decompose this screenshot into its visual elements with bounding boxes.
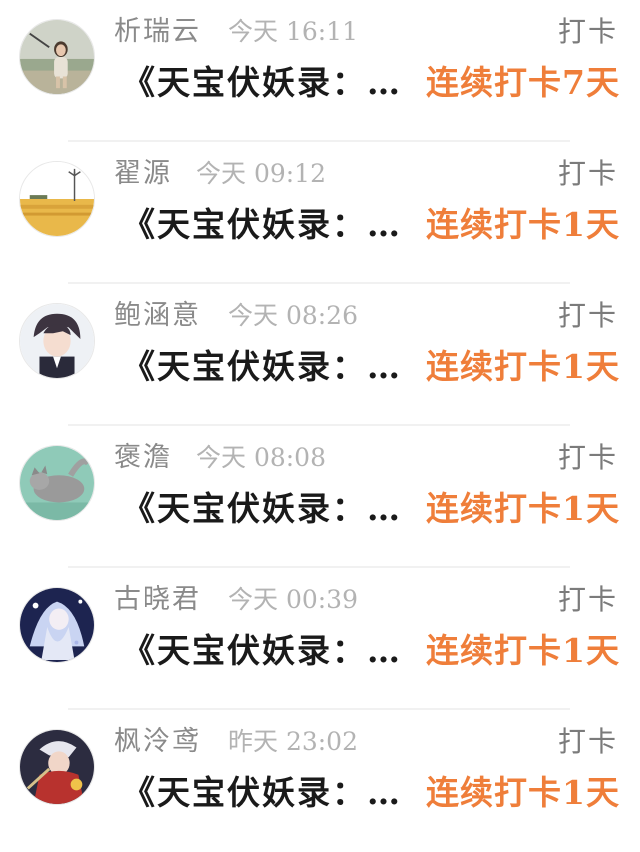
streak-label: 连续打卡1天	[426, 631, 620, 670]
checkin-time: 今天 09:12	[196, 159, 326, 188]
action-label: 打卡	[557, 15, 618, 48]
user-name[interactable]: 古晓君	[114, 580, 201, 620]
checkin-feed: 析瑞云 今天 16:11 打卡 《天宝伏妖录：… 连续打卡7天 翟源 今天 09…	[0, 0, 640, 825]
cat-avatar[interactable]	[19, 445, 95, 521]
anime-angel-avatar[interactable]	[19, 587, 95, 663]
action-label: 打卡	[557, 157, 618, 190]
book-title[interactable]: 《天宝伏妖录：…	[122, 344, 402, 390]
checkin-time: 昨天 23:02	[228, 727, 358, 756]
action-label: 打卡	[557, 725, 618, 758]
feed-item[interactable]: 枫泠鸢 昨天 23:02 打卡 《天宝伏妖录：… 连续打卡1天	[0, 710, 640, 852]
book-title[interactable]: 《天宝伏妖录：…	[122, 60, 402, 106]
user-name[interactable]: 析瑞云	[114, 12, 201, 52]
windmill-field-avatar[interactable]	[19, 161, 95, 237]
streak-label: 连续打卡7天	[426, 63, 620, 102]
user-name[interactable]: 鲍涵意	[114, 296, 201, 336]
checkin-time: 今天 08:08	[196, 443, 326, 472]
feed-item[interactable]: 古晓君 今天 00:39 打卡 《天宝伏妖录：… 连续打卡1天	[0, 568, 640, 710]
checkin-time: 今天 08:26	[228, 301, 358, 330]
streak-label: 连续打卡1天	[426, 205, 620, 244]
checkin-time: 今天 16:11	[228, 17, 358, 46]
book-title[interactable]: 《天宝伏妖录：…	[122, 202, 402, 248]
action-label: 打卡	[557, 583, 618, 616]
action-label: 打卡	[557, 441, 618, 474]
action-label: 打卡	[557, 299, 618, 332]
book-title[interactable]: 《天宝伏妖录：…	[122, 770, 402, 816]
feed-item[interactable]: 析瑞云 今天 16:11 打卡 《天宝伏妖录：… 连续打卡7天	[0, 0, 640, 142]
anime-boy-avatar[interactable]	[19, 303, 95, 379]
book-title[interactable]: 《天宝伏妖录：…	[122, 628, 402, 674]
streak-label: 连续打卡1天	[426, 347, 620, 386]
checkin-time: 今天 00:39	[228, 585, 358, 614]
user-name[interactable]: 褒澹	[114, 438, 172, 478]
feed-item[interactable]: 鲍涵意 今天 08:26 打卡 《天宝伏妖录：… 连续打卡1天	[0, 284, 640, 426]
feed-item[interactable]: 翟源 今天 09:12 打卡 《天宝伏妖录：… 连续打卡1天	[0, 142, 640, 284]
anime-warrior-avatar[interactable]	[19, 729, 95, 805]
girl-photo-avatar[interactable]	[19, 19, 95, 95]
feed-item[interactable]: 褒澹 今天 08:08 打卡 《天宝伏妖录：… 连续打卡1天	[0, 426, 640, 568]
book-title[interactable]: 《天宝伏妖录：…	[122, 486, 402, 532]
streak-label: 连续打卡1天	[426, 773, 620, 812]
user-name[interactable]: 翟源	[114, 154, 172, 194]
streak-label: 连续打卡1天	[426, 489, 620, 528]
user-name[interactable]: 枫泠鸢	[114, 722, 201, 762]
